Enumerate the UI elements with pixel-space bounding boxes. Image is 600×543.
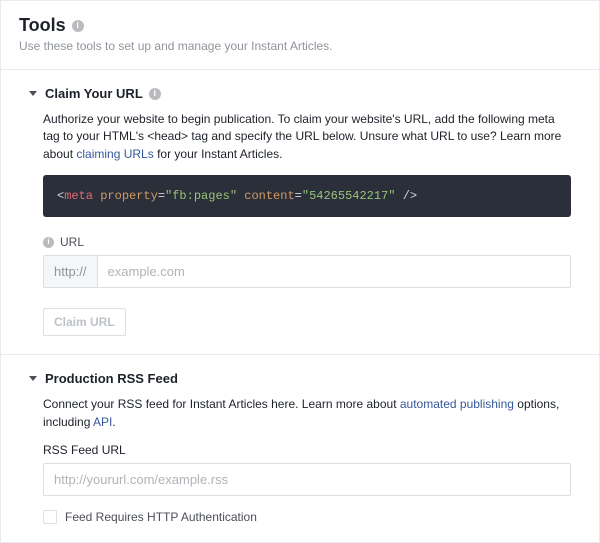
section-title-text: Claim Your URL <box>45 86 143 101</box>
panel-header: Tools Use these tools to set up and mana… <box>1 1 599 70</box>
info-icon[interactable] <box>72 20 84 32</box>
tools-panel: Tools Use these tools to set up and mana… <box>0 0 600 543</box>
api-link[interactable]: API <box>93 415 112 429</box>
section-title-text: Production RSS Feed <box>45 371 178 386</box>
claiming-urls-link[interactable]: claiming URLs <box>76 147 153 161</box>
page-title-text: Tools <box>19 15 66 36</box>
auth-checkbox-row: Feed Requires HTTP Authentication <box>43 510 571 524</box>
page-title: Tools <box>19 15 581 36</box>
url-input[interactable] <box>98 256 570 287</box>
info-icon[interactable] <box>149 88 161 100</box>
section-rss-feed: Production RSS Feed Connect your RSS fee… <box>1 355 599 542</box>
section-toggle-rss[interactable]: Production RSS Feed <box>29 371 571 386</box>
url-prefix: http:// <box>44 256 98 287</box>
claim-description: Authorize your website to begin publicat… <box>29 111 571 163</box>
auth-checkbox[interactable] <box>43 510 57 524</box>
auth-checkbox-label: Feed Requires HTTP Authentication <box>65 510 257 524</box>
claim-url-button[interactable]: Claim URL <box>43 308 126 336</box>
page-subtitle: Use these tools to set up and manage you… <box>19 39 581 53</box>
rss-feed-url-label: RSS Feed URL <box>43 443 571 457</box>
automated-publishing-link[interactable]: automated publishing <box>400 397 514 411</box>
url-label: URL <box>60 235 84 249</box>
section-toggle-claim-url[interactable]: Claim Your URL <box>29 86 571 101</box>
info-icon[interactable] <box>43 237 54 248</box>
rss-description: Connect your RSS feed for Instant Articl… <box>29 396 571 431</box>
section-claim-url: Claim Your URL Authorize your website to… <box>1 70 599 355</box>
url-field-block: URL http:// <box>43 235 571 288</box>
chevron-down-icon <box>29 376 37 381</box>
chevron-down-icon <box>29 91 37 96</box>
url-input-group: http:// <box>43 255 571 288</box>
rss-feed-input[interactable] <box>43 463 571 496</box>
meta-code-snippet: <meta property="fb:pages" content="54265… <box>43 175 571 217</box>
rss-input-block <box>43 463 571 496</box>
url-label-row: URL <box>43 235 571 249</box>
